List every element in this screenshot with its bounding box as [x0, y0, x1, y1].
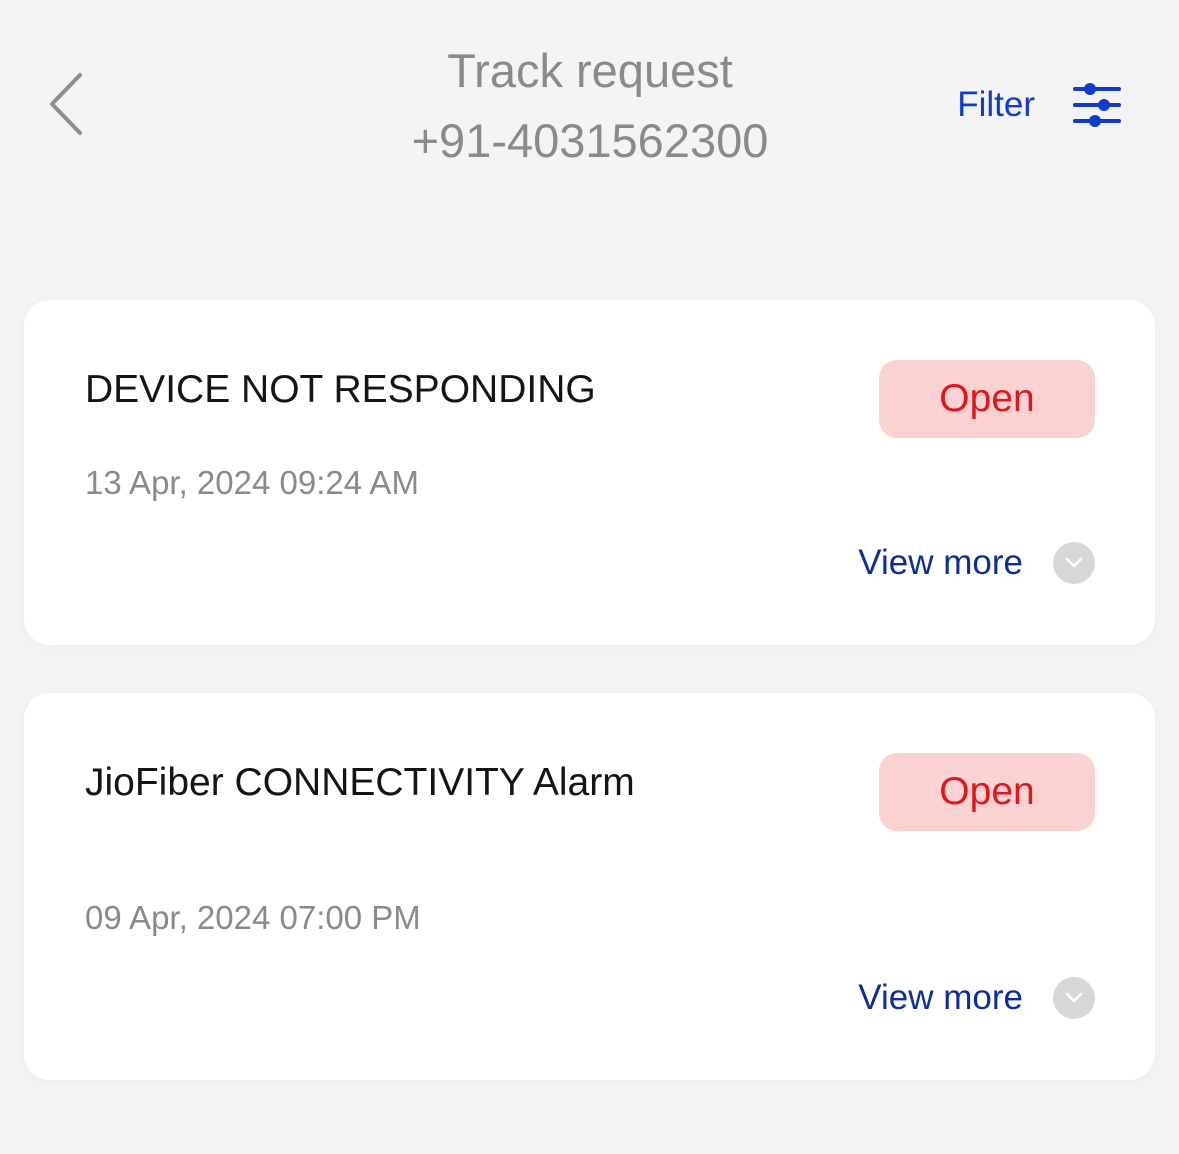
request-title: JioFiber CONNECTIVITY Alarm — [85, 761, 635, 804]
request-date: 13 Apr, 2024 09:24 AM — [85, 464, 419, 501]
request-card: DEVICE NOT RESPONDING Open 13 Apr, 2024 … — [24, 300, 1155, 645]
page-subtitle-phone: +91-4031562300 — [411, 114, 769, 167]
back-button[interactable] — [40, 66, 92, 142]
page-title: Track request — [447, 44, 733, 97]
view-more-button[interactable]: View more — [858, 541, 1095, 585]
filter-label: Filter — [957, 85, 1035, 124]
header-title-block: Track request +91-4031562300 — [300, 42, 880, 170]
status-badge: Open — [879, 360, 1095, 438]
view-more-button[interactable]: View more — [858, 976, 1095, 1020]
view-more-label: View more — [858, 978, 1023, 1017]
request-title: DEVICE NOT RESPONDING — [85, 368, 596, 411]
chevron-left-icon — [50, 73, 82, 135]
sliders-icon — [1073, 83, 1121, 127]
chevron-down-icon — [1053, 542, 1095, 584]
view-more-label: View more — [858, 543, 1023, 582]
request-card: JioFiber CONNECTIVITY Alarm Open 09 Apr,… — [24, 693, 1155, 1080]
chevron-down-icon — [1053, 977, 1095, 1019]
request-date: 09 Apr, 2024 07:00 PM — [85, 899, 421, 936]
status-badge: Open — [879, 753, 1095, 831]
filter-button[interactable]: Filter — [957, 74, 1121, 136]
